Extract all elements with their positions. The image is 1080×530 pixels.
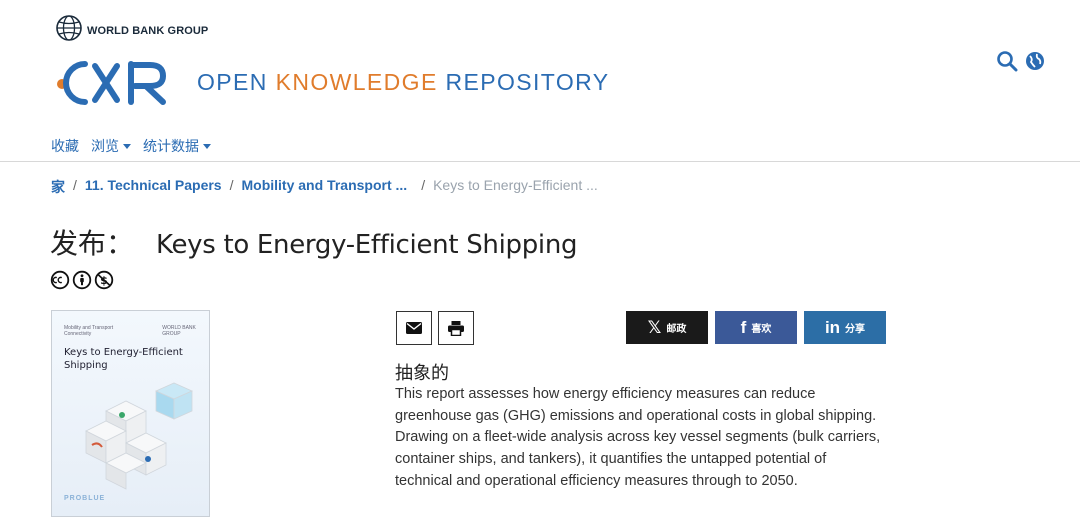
abstract-text: This report assesses how energy efficien… xyxy=(395,386,881,489)
print-icon xyxy=(448,320,464,336)
world-bank-group-logo[interactable]: WORLD BANK GROUP xyxy=(55,14,208,47)
org-name: WORLD BANK GROUP xyxy=(87,24,209,37)
share-facebook-button[interactable]: f 喜欢 xyxy=(715,311,797,344)
page-title: 发布： Keys to Energy-Efficient Shipping xyxy=(50,228,578,260)
breadcrumb: 家 / 11. Technical Papers / Mobility and … xyxy=(51,177,598,197)
header-tools xyxy=(996,50,1046,77)
okr-logo-mark xyxy=(57,61,166,105)
license-icons[interactable]: $ xyxy=(50,270,114,295)
breadcrumb-mobility-transport[interactable]: Mobility and Transport ... xyxy=(242,177,408,197)
language-globe-icon[interactable] xyxy=(1024,50,1046,77)
cc-icon xyxy=(50,270,70,295)
breadcrumb-home[interactable]: 家 xyxy=(51,177,65,197)
repository-title: OPEN KNOWLEDGE REPOSITORY xyxy=(197,68,610,95)
menu-item-browse[interactable]: 浏览 xyxy=(91,136,131,156)
cover-footer: PROBLUE xyxy=(64,495,106,502)
email-button[interactable] xyxy=(396,311,432,345)
globe-logo-icon xyxy=(55,14,83,47)
publication-cover-thumbnail[interactable]: Mobility and Transport Connectivity WORL… xyxy=(51,310,210,517)
by-icon xyxy=(72,270,92,295)
search-icon[interactable] xyxy=(996,50,1018,77)
chevron-down-icon xyxy=(203,143,211,149)
linkedin-icon: in xyxy=(824,317,841,337)
share-x-button[interactable]: 𝕏 邮政 xyxy=(626,311,708,344)
main-menu: 收藏 浏览 统计数据 xyxy=(51,136,211,156)
cover-cubes-illustration xyxy=(85,382,193,490)
okr-logo[interactable]: OPEN KNOWLEDGE REPOSITORY xyxy=(55,56,609,108)
facebook-icon: f xyxy=(740,317,747,337)
nc-icon: $ xyxy=(94,270,114,295)
chevron-down-icon xyxy=(123,143,131,149)
x-icon: 𝕏 xyxy=(647,317,662,337)
cover-header: Mobility and Transport Connectivity WORL… xyxy=(64,325,196,337)
cover-title: Keys to Energy-Efficient Shipping xyxy=(64,347,183,371)
abstract-heading: 抽象的 xyxy=(395,363,449,383)
menu-item-statistics[interactable]: 统计数据 xyxy=(143,136,211,156)
share-linkedin-button[interactable]: in 分享 xyxy=(804,311,886,344)
print-button[interactable] xyxy=(438,311,474,345)
menu-item-collections[interactable]: 收藏 xyxy=(51,136,79,156)
email-icon xyxy=(406,322,422,334)
breadcrumb-technical-papers[interactable]: 11. Technical Papers xyxy=(85,177,222,197)
divider xyxy=(0,161,1080,162)
breadcrumb-current: Keys to Energy-Efficient ... xyxy=(433,177,598,193)
